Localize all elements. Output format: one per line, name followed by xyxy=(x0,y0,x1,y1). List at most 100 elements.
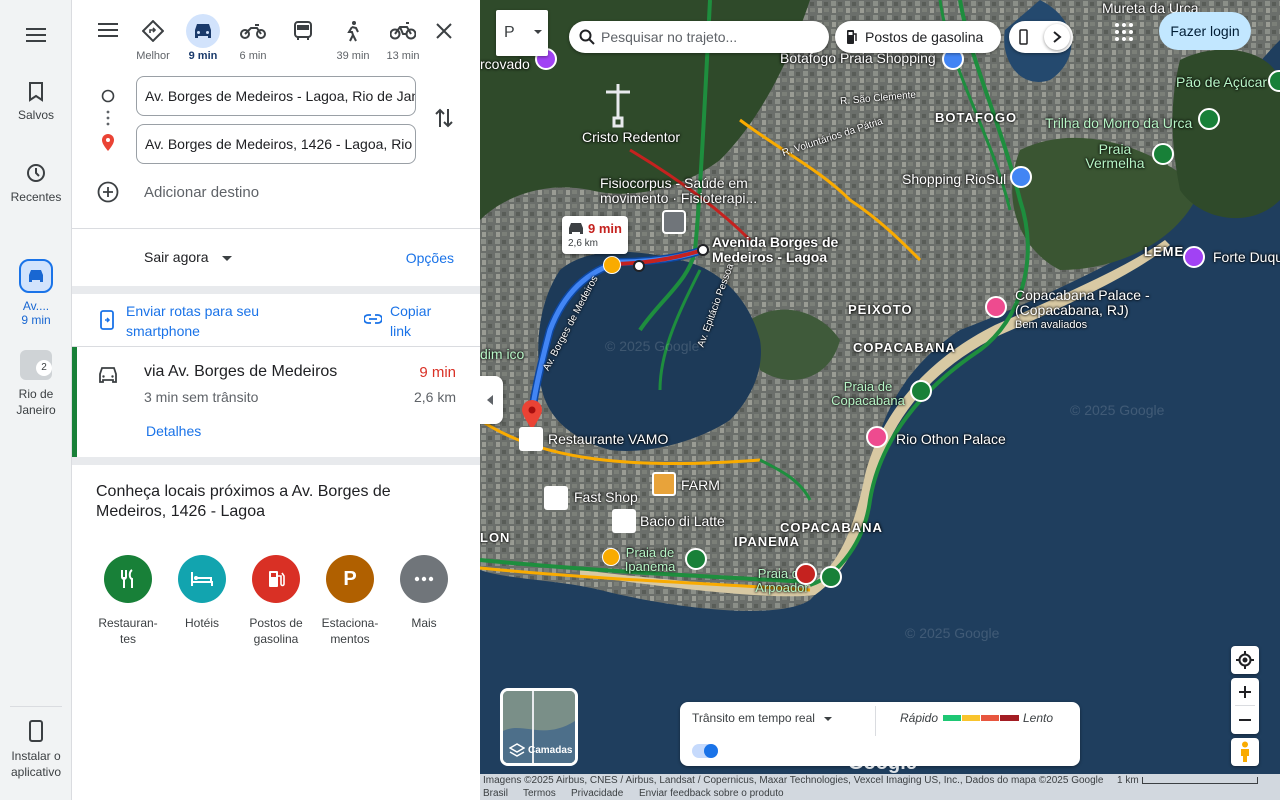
hiking-poi-icon[interactable] xyxy=(1198,108,1220,130)
active-trip-button[interactable]: Av.... 9 min xyxy=(0,259,72,327)
store-poi-icon[interactable] xyxy=(544,486,568,510)
close-directions-button[interactable] xyxy=(436,23,452,44)
footer-feedback[interactable]: Enviar feedback sobre o produto xyxy=(639,788,784,799)
map-label[interactable]: Cristo Redentor xyxy=(582,129,680,145)
route-time-badge[interactable]: 9 min 2,6 km xyxy=(562,216,628,254)
mode-walk[interactable]: 39 min xyxy=(331,14,375,62)
map-label[interactable]: Pão de Açúcar xyxy=(1176,74,1267,90)
search-along-route-input[interactable]: Pesquisar no trajeto... xyxy=(569,21,829,53)
traffic-dropdown[interactable]: Trânsito em tempo real xyxy=(692,711,833,725)
map-label[interactable]: Forte Duque xyxy=(1213,249,1280,265)
traffic-toggle[interactable] xyxy=(692,744,718,758)
chips-scroll-right-button[interactable] xyxy=(1044,24,1070,50)
directions-icon xyxy=(136,14,170,48)
map-label[interactable]: FARM xyxy=(681,477,720,493)
copy-link-button[interactable]: Copiar link xyxy=(390,301,450,341)
map-canvas[interactable]: © 2025 Google © 2025 Google © 2025 Googl… xyxy=(480,0,1280,800)
map-label[interactable]: Fast Shop xyxy=(574,489,638,505)
mode-best[interactable]: Melhor xyxy=(131,14,175,62)
cristo-statue-icon[interactable] xyxy=(604,82,632,128)
map-label[interactable]: Copacabana Palace - (Copacabana, RJ) xyxy=(1015,288,1155,318)
destination-input[interactable]: Av. Borges de Medeiros, 1426 - Lagoa, Ri… xyxy=(136,124,416,164)
panel-menu-button[interactable] xyxy=(98,22,118,43)
map-label[interactable]: Trilha do Morro da Urca xyxy=(1045,115,1192,131)
street-view-button[interactable] xyxy=(1231,738,1259,766)
zoom-out-button[interactable] xyxy=(1231,706,1259,734)
minus-icon xyxy=(1239,719,1251,721)
route-details-link[interactable]: Detalhes xyxy=(146,423,201,439)
gas-stations-chip[interactable]: Postos de gasolina xyxy=(835,21,1001,53)
collapse-panel-button[interactable] xyxy=(480,376,503,424)
category-parking[interactable]: P Estaciona-mentos xyxy=(313,555,387,647)
mode-transit[interactable] xyxy=(281,14,325,50)
add-destination-button[interactable] xyxy=(97,181,119,208)
route-distance: 2,6 km xyxy=(413,389,456,405)
store-poi-icon[interactable] xyxy=(652,472,676,496)
beach-poi-icon[interactable] xyxy=(910,380,932,402)
origin-input[interactable]: Av. Borges de Medeiros - Lagoa, Rio de J… xyxy=(136,76,416,116)
mode-bike[interactable]: 13 min xyxy=(381,14,425,62)
map-label[interactable]: Avenida Borges de Medeiros - Lagoa xyxy=(712,235,842,265)
saved-button[interactable]: Salvos xyxy=(0,82,72,122)
add-destination-label[interactable]: Adicionar destino xyxy=(144,184,259,201)
footer-brasil[interactable]: Brasil xyxy=(483,788,508,799)
map-label[interactable]: Shopping RioSul xyxy=(902,171,1006,187)
beach-poi-icon[interactable] xyxy=(685,548,707,570)
category-more[interactable]: Mais xyxy=(387,555,461,631)
active-trip-time: 9 min xyxy=(21,313,51,327)
road-closed-icon[interactable] xyxy=(795,563,817,585)
mode-car-label: 9 min xyxy=(188,50,218,62)
parking-layer-button[interactable]: P xyxy=(496,10,548,56)
mode-car[interactable]: 9 min xyxy=(181,14,225,62)
category-hotels[interactable]: Hotéis xyxy=(165,555,239,631)
map-label[interactable]: rcovado xyxy=(480,56,530,72)
mode-motorcycle[interactable]: 6 min xyxy=(231,14,275,62)
traffic-incident-icon[interactable] xyxy=(602,548,620,566)
place-thumbnail: 2 xyxy=(20,350,52,380)
recent-button[interactable]: Recentes xyxy=(0,162,72,204)
my-location-button[interactable] xyxy=(1231,646,1259,674)
traffic-incident-icon[interactable] xyxy=(603,256,621,274)
my-location-icon xyxy=(1236,651,1254,669)
map-label[interactable]: Restaurante VAMO xyxy=(548,431,668,447)
restaurant-poi-icon[interactable] xyxy=(519,427,543,451)
footer-privacy[interactable]: Privacidade xyxy=(571,788,623,799)
map-label[interactable]: Fisiocorpus - Saúde em movimento · Fisio… xyxy=(600,176,760,206)
cafe-poi-icon[interactable] xyxy=(612,509,636,533)
map-label[interactable]: Praia de Ipanema xyxy=(620,546,680,574)
camera-poi-icon[interactable] xyxy=(1183,246,1205,268)
hotel-poi-icon[interactable] xyxy=(866,426,888,448)
swap-button[interactable] xyxy=(434,107,454,134)
apps-button[interactable] xyxy=(1114,22,1134,47)
category-gas[interactable]: Postos de gasolina xyxy=(239,555,313,647)
beach-poi-icon[interactable] xyxy=(820,566,842,588)
map-label[interactable]: Bacio di Latte xyxy=(640,513,725,529)
saved-label: Salvos xyxy=(17,108,55,122)
send-to-phone-link[interactable]: Enviar rotas para seu smartphone xyxy=(126,301,296,341)
bike-icon xyxy=(386,14,420,48)
category-restaurants[interactable]: Restauran-tes xyxy=(91,555,165,647)
dropdown-arrow-icon xyxy=(222,255,233,261)
footer-terms[interactable]: Termos xyxy=(523,788,556,799)
mode-motorcycle-label: 6 min xyxy=(239,50,267,62)
map-label[interactable]: Praia de Copacabana xyxy=(823,380,913,408)
install-app-button[interactable]: Instalar o aplicativo xyxy=(0,720,72,780)
dropdown-arrow-icon xyxy=(824,716,833,721)
shopping-poi-icon[interactable] xyxy=(1010,166,1032,188)
beach-poi-icon[interactable] xyxy=(1152,143,1174,165)
zoom-in-button[interactable] xyxy=(1231,678,1259,705)
map-label[interactable]: Rio Othon Palace xyxy=(896,431,1006,447)
options-button[interactable]: Opções xyxy=(406,250,454,266)
map-label[interactable]: dim ico xyxy=(480,346,526,362)
map-label: Bem avaliados xyxy=(1015,319,1088,331)
place-button[interactable]: 2 Rio de Janeiro xyxy=(0,350,72,418)
hotel-poi-icon[interactable] xyxy=(985,296,1007,318)
layers-button[interactable]: Camadas xyxy=(500,688,578,766)
menu-button[interactable] xyxy=(0,26,72,50)
leave-now-dropdown[interactable]: Sair agora xyxy=(144,249,233,265)
clinic-poi-icon[interactable] xyxy=(662,210,686,234)
login-button[interactable]: Fazer login xyxy=(1159,12,1251,50)
map-label: PEIXOTO xyxy=(848,302,913,317)
map-label[interactable]: Praia Vermelha xyxy=(1085,142,1145,170)
route-option[interactable]: via Av. Borges de Medeiros 3 min sem trâ… xyxy=(72,347,480,457)
